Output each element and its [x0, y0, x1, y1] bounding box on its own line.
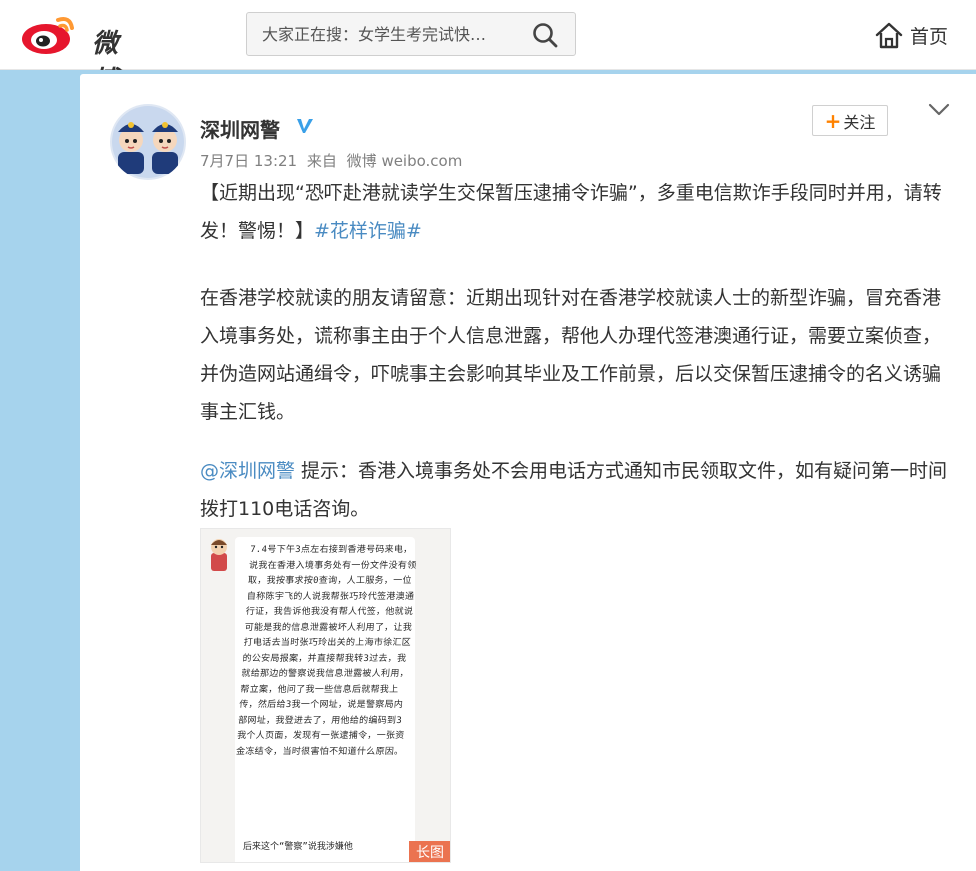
plus-icon: +	[824, 108, 842, 133]
weibo-logo-icon	[22, 17, 74, 54]
search-icon	[533, 23, 558, 48]
post-date[interactable]: 7月7日 13:21	[200, 152, 297, 170]
search-box	[246, 12, 576, 56]
chat-bubble: 7.4号下午3点左右接到香港号码来电，说我在香港入境事务处有一份文件没有领取，我…	[235, 537, 417, 862]
post-paragraph-3: @深圳网警 提示：香港入境事务处不会用电话方式通知市民领取文件，如有疑问第一时间…	[200, 452, 950, 528]
post-meta: 7月7日 13:21 来自 微博 weibo.com	[200, 150, 467, 171]
post-source[interactable]: 微博 weibo.com	[347, 152, 463, 170]
home-icon	[875, 22, 903, 49]
handwritten-text: 7.4号下午3点左右接到香港号码来电，说我在香港入境事务处有一份文件没有领取，我…	[235, 545, 417, 757]
top-bar: 微博 首页	[0, 0, 976, 96]
home-label: 首页	[910, 25, 949, 48]
post-long-image[interactable]: 7.4号下午3点左右接到香港号码来电，说我在香港入境事务处有一份文件没有领取，我…	[200, 528, 451, 863]
author-name[interactable]: 深圳网警	[200, 114, 280, 143]
post-paragraph-2: 在香港学校就读的朋友请留意：近期出现针对在香港学校就读人士的新型诈骗，冒充香港入…	[200, 287, 942, 423]
search-input[interactable]	[248, 14, 518, 54]
paragraph-1-text: 【近期出现“恐吓赴港就读学生交保暂压逮捕令诈骗”，多重电信欺诈手段同时并用，请转…	[200, 182, 942, 242]
police-avatar-image	[110, 104, 186, 180]
chevron-down-icon[interactable]	[928, 102, 950, 118]
home-link[interactable]: 首页	[874, 20, 948, 50]
search-button[interactable]	[531, 21, 559, 49]
avatar[interactable]	[110, 104, 186, 180]
follow-label: 关注	[843, 112, 876, 132]
mention-link[interactable]: @深圳网警	[200, 460, 295, 482]
post-paragraph-1: 【近期出现“恐吓赴港就读学生交保暂压逮捕令诈骗”，多重电信欺诈手段同时并用，请转…	[200, 174, 950, 250]
paragraph-3-text: 提示：香港入境事务处不会用电话方式通知市民领取文件，如有疑问第一时间拨打110电…	[200, 460, 948, 520]
weibo-logo[interactable]: 微博	[20, 10, 140, 96]
verified-v-icon	[297, 119, 313, 133]
from-label: 来自	[306, 152, 337, 170]
chat-avatar-icon	[211, 539, 227, 571]
weibo-post-card: 深圳网警 + 关注 7月7日 13:21 来自 微博 weibo.com 【近期…	[80, 74, 976, 871]
hashtag-link[interactable]: #花样诈骗#	[314, 220, 422, 242]
long-image-badge: 长图	[409, 841, 450, 862]
handwritten-text-tail: 后来这个“警察”说我涉嫌他	[243, 842, 353, 852]
follow-button[interactable]: + 关注	[812, 105, 888, 136]
